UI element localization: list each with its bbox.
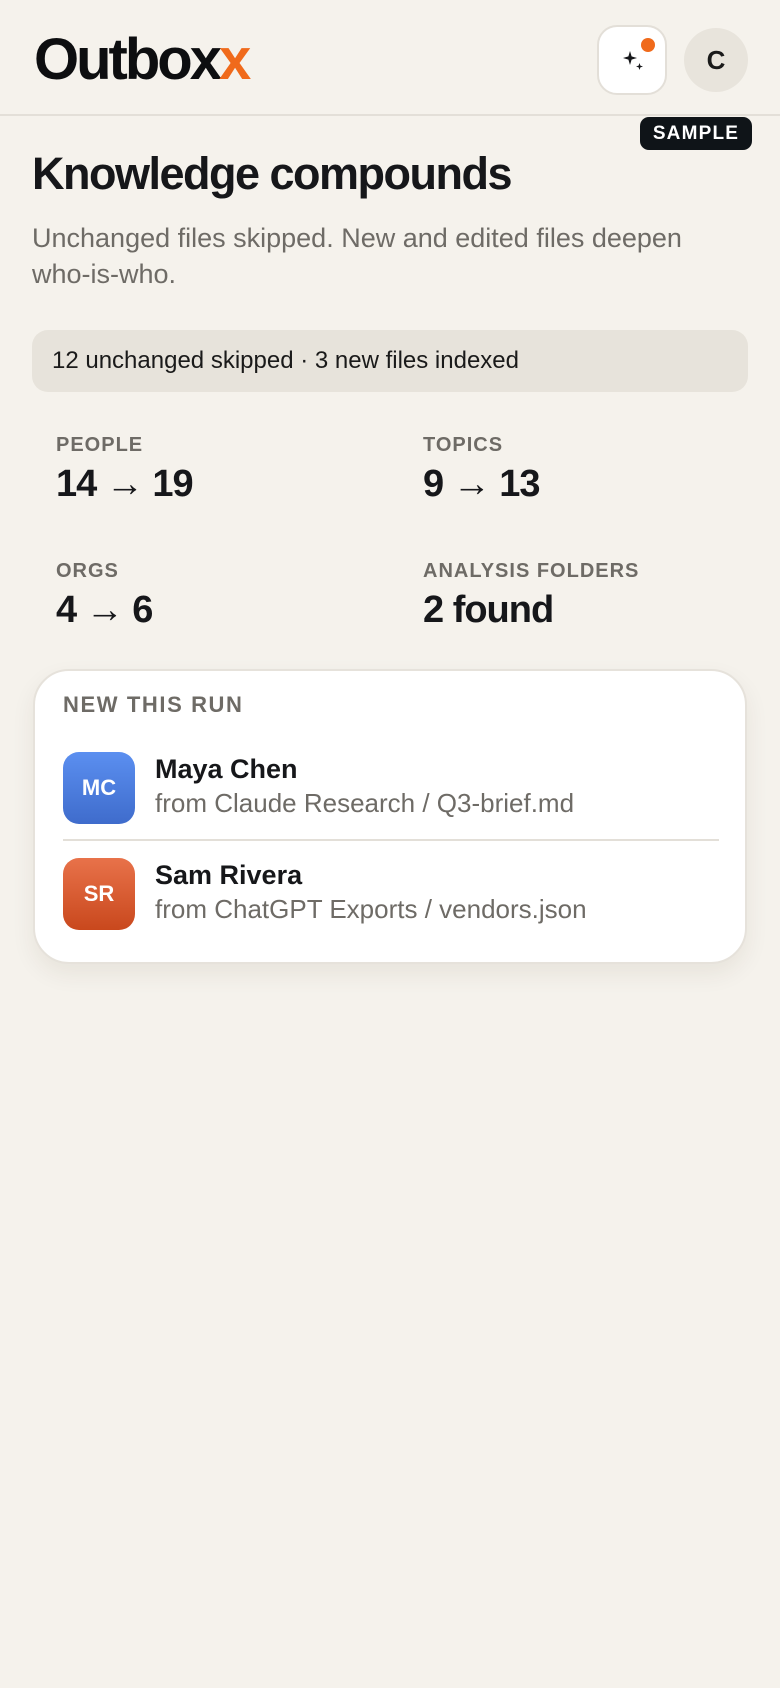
person-source: from Claude Research / Q3-brief.md bbox=[155, 788, 575, 818]
user-avatar-button[interactable]: C bbox=[684, 28, 748, 92]
person-row-sam-rivera[interactable]: SR Sam Rivera from ChatGPT Exports / ven… bbox=[63, 846, 719, 938]
person-row-maya-chen[interactable]: MC Maya Chen from Claude Research / Q3-b… bbox=[63, 740, 719, 832]
stat-label: PEOPLE bbox=[56, 434, 144, 456]
stat-orgs: ORGS 4 → 6 bbox=[56, 559, 376, 633]
assistant-button[interactable] bbox=[597, 25, 667, 95]
stat-value: 2 found bbox=[423, 589, 554, 631]
stat-value: 14 → 19 bbox=[56, 463, 194, 505]
page-title: Knowledge compounds bbox=[32, 148, 513, 199]
sample-badge: SAMPLE bbox=[640, 117, 752, 150]
stat-value: 4 → 6 bbox=[56, 589, 153, 631]
notification-dot bbox=[641, 38, 655, 52]
sparkles-icon bbox=[623, 51, 643, 70]
logo-text: Outbox bbox=[34, 27, 222, 92]
card-title: NEW THIS RUN bbox=[63, 692, 244, 717]
stat-topics: TOPICS 9 → 13 bbox=[423, 433, 743, 507]
person-name: Maya Chen bbox=[155, 754, 298, 784]
stat-label: ORGS bbox=[56, 560, 119, 582]
index-summary-banner: 12 unchanged skipped · 3 new files index… bbox=[32, 330, 748, 392]
stat-label: TOPICS bbox=[423, 434, 504, 456]
stat-people: PEOPLE 14 → 19 bbox=[56, 433, 376, 507]
person-avatar: MC bbox=[63, 752, 135, 824]
row-divider bbox=[63, 839, 719, 841]
top-bar: Outboxx C bbox=[0, 0, 780, 116]
logo-accent: x bbox=[218, 27, 251, 92]
person-source: from ChatGPT Exports / vendors.json bbox=[155, 894, 587, 924]
person-avatar: SR bbox=[63, 858, 135, 930]
new-this-run-card: NEW THIS RUN MC Maya Chen from Claude Re… bbox=[33, 669, 747, 964]
person-name: Sam Rivera bbox=[155, 860, 303, 890]
stat-label: ANALYSIS FOLDERS bbox=[423, 560, 640, 582]
app-logo[interactable]: Outboxx bbox=[34, 26, 251, 94]
page-subtitle: Unchanged files skipped. New and edited … bbox=[32, 223, 682, 289]
stat-value: 9 → 13 bbox=[423, 463, 541, 505]
stat-analysis-folders: ANALYSIS FOLDERS 2 found bbox=[423, 559, 743, 633]
